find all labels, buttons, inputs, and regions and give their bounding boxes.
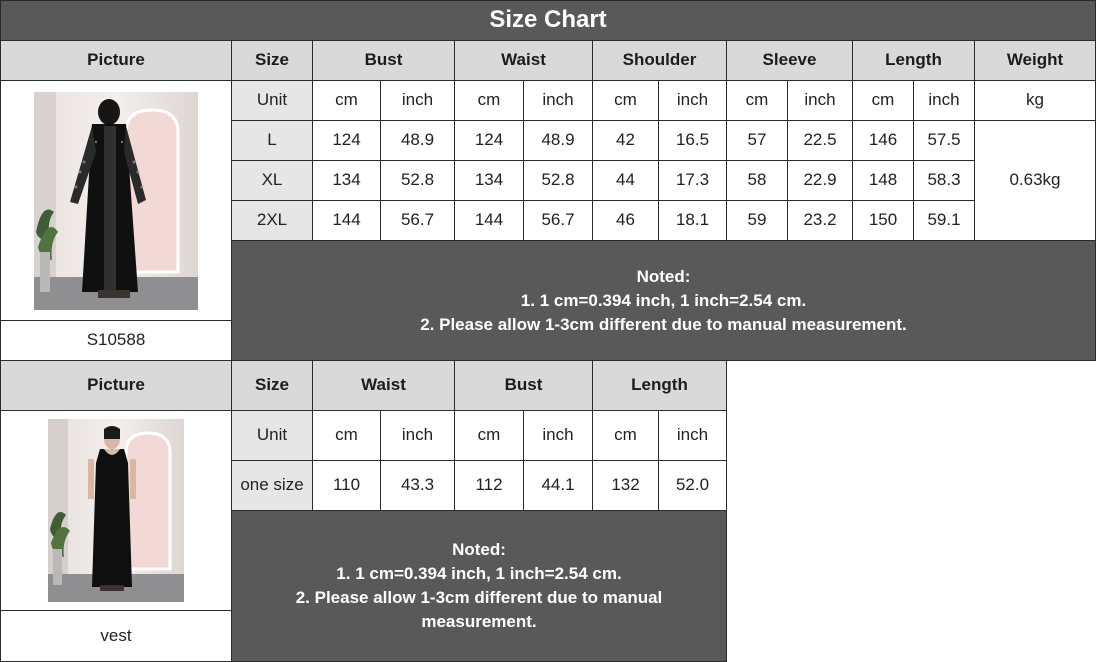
note-line: 2. Please allow 1-3cm different due to m… [295, 588, 663, 607]
unit-cell: cm [592, 410, 659, 461]
table-cell: 59.1 [913, 200, 975, 241]
size-label: XL [231, 160, 313, 201]
table-cell: 148 [852, 160, 914, 201]
table-cell: 48.9 [523, 120, 593, 161]
header-sleeve: Sleeve [726, 40, 853, 81]
unit-label: Unit [231, 80, 313, 121]
unit-cell: cm [312, 80, 381, 121]
table-cell: 124 [312, 120, 381, 161]
header-picture: Picture [0, 360, 232, 411]
chart-title: Size Chart [0, 0, 1096, 41]
table-cell: 150 [852, 200, 914, 241]
table-cell: 146 [852, 120, 914, 161]
header-shoulder: Shoulder [592, 40, 727, 81]
note-box: Noted: 1. 1 cm=0.394 inch, 1 inch=2.54 c… [231, 240, 1096, 361]
table-cell: 144 [312, 200, 381, 241]
note-heading: Noted: [636, 266, 691, 286]
unit-cell: inch [658, 80, 727, 121]
note-box: Noted: 1. 1 cm=0.394 inch, 1 inch=2.54 c… [231, 510, 727, 662]
unit-cell: cm [454, 410, 524, 461]
table-cell: 134 [454, 160, 524, 201]
weight-value: 0.63kg [974, 120, 1096, 241]
unit-cell: inch [523, 410, 593, 461]
table-cell: 44.1 [523, 460, 593, 511]
table-cell: 57.5 [913, 120, 975, 161]
header-weight: Weight [974, 40, 1096, 81]
item-code-vest: vest [0, 610, 232, 662]
table-cell: 56.7 [523, 200, 593, 241]
unit-cell: cm [312, 410, 381, 461]
unit-cell: cm [852, 80, 914, 121]
header-bust: Bust [454, 360, 593, 411]
unit-cell: inch [658, 410, 727, 461]
table-cell: 58.3 [913, 160, 975, 201]
table-cell: 58 [726, 160, 788, 201]
unit-cell: cm [454, 80, 524, 121]
table-cell: 46 [592, 200, 659, 241]
header-length: Length [592, 360, 727, 411]
table-cell: 132 [592, 460, 659, 511]
size-label: one size [231, 460, 313, 511]
unit-cell: inch [380, 80, 455, 121]
table-cell: 56.7 [380, 200, 455, 241]
table-cell: 42 [592, 120, 659, 161]
table-cell: 110 [312, 460, 381, 511]
unit-cell-weight: kg [974, 80, 1096, 121]
table-cell: 144 [454, 200, 524, 241]
size-label: L [231, 120, 313, 161]
note-line: 1. 1 cm=0.394 inch, 1 inch=2.54 cm. [520, 290, 807, 310]
header-waist: Waist [312, 360, 455, 411]
unit-cell: cm [592, 80, 659, 121]
table-cell: 52.0 [658, 460, 727, 511]
unit-cell: inch [913, 80, 975, 121]
table-cell: 112 [454, 460, 524, 511]
header-bust: Bust [312, 40, 455, 81]
table-cell: 57 [726, 120, 788, 161]
size-label: 2XL [231, 200, 313, 241]
header-waist: Waist [454, 40, 593, 81]
table-cell: 134 [312, 160, 381, 201]
table-cell: 52.8 [380, 160, 455, 201]
note-line: 2. Please allow 1-3cm different due to m… [420, 314, 907, 334]
table-cell: 43.3 [380, 460, 455, 511]
table-cell: 16.5 [658, 120, 727, 161]
table-cell: 124 [454, 120, 524, 161]
table-cell: 17.3 [658, 160, 727, 201]
header-size: Size [231, 40, 313, 81]
unit-cell: inch [380, 410, 455, 461]
table-cell: 23.2 [787, 200, 853, 241]
table-cell: 48.9 [380, 120, 455, 161]
header-size: Size [231, 360, 313, 411]
unit-cell: cm [726, 80, 788, 121]
product-picture-abaya [0, 80, 232, 321]
unit-cell: inch [523, 80, 593, 121]
note-heading: Noted: [452, 540, 506, 559]
header-length: Length [852, 40, 975, 81]
note-line: 1. 1 cm=0.394 inch, 1 inch=2.54 cm. [336, 564, 622, 583]
table-cell: 59 [726, 200, 788, 241]
table-cell: 18.1 [658, 200, 727, 241]
table-cell: 52.8 [523, 160, 593, 201]
note-line: measurement. [421, 612, 537, 631]
product-picture-vest [0, 410, 232, 611]
table-cell: 22.9 [787, 160, 853, 201]
abaya-photo-icon [34, 91, 198, 310]
unit-cell: inch [787, 80, 853, 121]
table-cell: 22.5 [787, 120, 853, 161]
table-cell: 44 [592, 160, 659, 201]
vest-photo-icon [48, 419, 184, 602]
item-code-abaya: S10588 [0, 320, 232, 361]
header-picture: Picture [0, 40, 232, 81]
unit-label: Unit [231, 410, 313, 461]
